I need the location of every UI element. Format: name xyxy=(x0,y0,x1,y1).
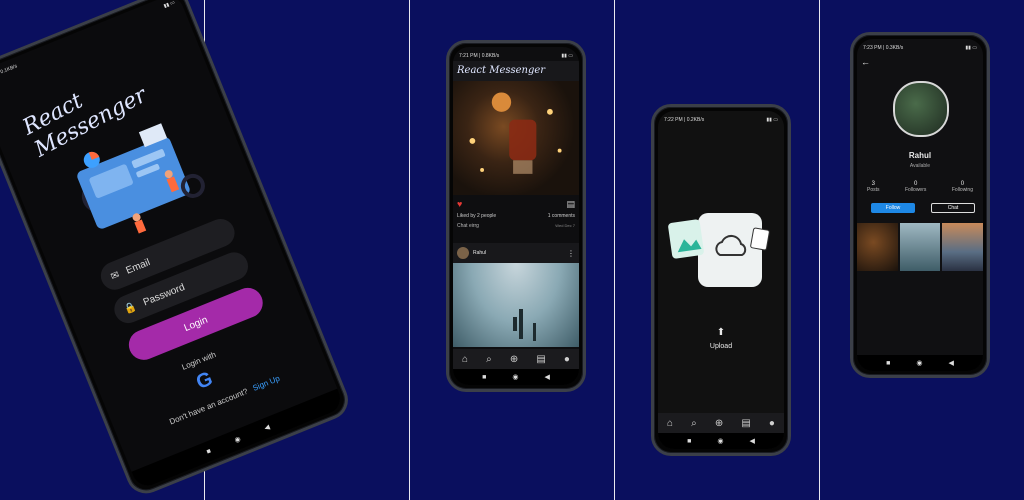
back-icon[interactable]: ◀ xyxy=(544,373,549,381)
profile-screen: 7:23 PM | 0.3KB/s ▮▮ ▭ ← Rahul Available… xyxy=(857,39,983,371)
status-time: 7:22 PM | 0.2KB/s xyxy=(664,117,705,123)
status-bar: 7:22 PM | 0.2KB/s ▮▮ ▭ xyxy=(664,115,778,125)
post-caption: Chat eirrg xyxy=(457,223,479,229)
recent-apps-icon[interactable]: ■ xyxy=(687,438,691,445)
post-caption-row: Chat eirrg Wed Dec 7 xyxy=(457,223,575,229)
divider-3 xyxy=(614,0,615,500)
profile-name: Rahul xyxy=(908,151,932,160)
heart-icon[interactable]: ♥ xyxy=(457,199,462,209)
recent-apps-icon[interactable]: ■ xyxy=(205,447,212,455)
back-icon[interactable]: ◀ xyxy=(263,423,271,433)
post2-author[interactable]: Rahul xyxy=(473,250,567,256)
stat-label: Following xyxy=(951,187,973,193)
divider-2 xyxy=(409,0,410,500)
status-icons: ▮▮ ▭ xyxy=(162,0,176,10)
upload-illustration xyxy=(668,213,770,287)
comments-link[interactable]: 1 comments xyxy=(548,213,575,219)
home-icon[interactable]: ⌂ xyxy=(462,354,468,365)
stat-followers[interactable]: 0 Followers xyxy=(905,181,926,193)
grid-photo[interactable] xyxy=(857,223,898,271)
back-icon[interactable]: ◀ xyxy=(749,437,754,445)
upload-label[interactable]: Upload xyxy=(658,343,784,350)
profile-icon[interactable]: ● xyxy=(564,354,570,365)
search-icon[interactable]: ⌕ xyxy=(486,354,492,365)
email-placeholder: Email xyxy=(124,256,152,277)
home-nav-icon[interactable]: ◉ xyxy=(717,437,723,445)
password-placeholder: Password xyxy=(141,281,187,309)
comment-icon[interactable]: ▤ xyxy=(566,199,575,209)
home-nav-icon[interactable]: ◉ xyxy=(916,359,922,367)
back-arrow-icon[interactable]: ← xyxy=(861,57,870,67)
profile-stats: 3 Posts 0 Followers 0 Following xyxy=(867,181,973,193)
google-icon[interactable]: G xyxy=(193,368,216,395)
bottom-tabbar: ⌂ ⌕ ⊕ ▤ ● xyxy=(453,349,579,369)
follow-button[interactable]: Follow xyxy=(871,203,915,213)
grid-photo[interactable] xyxy=(899,223,941,271)
cactus-photo xyxy=(513,309,536,341)
status-bar: 7:23 PM | 0.3KB/s ▮▮ ▭ xyxy=(863,43,977,53)
chat-icon[interactable]: ▤ xyxy=(741,418,750,429)
photo-grid xyxy=(857,223,983,271)
availability-status: Available xyxy=(909,163,931,169)
profile-avatar[interactable] xyxy=(893,81,949,137)
post-actions: ♥ ▤ xyxy=(457,199,575,209)
status-time: 7:21 PM | 0.8KB/s xyxy=(459,53,500,59)
home-nav-icon[interactable]: ◉ xyxy=(233,435,242,445)
recent-apps-icon[interactable]: ■ xyxy=(482,374,486,381)
post2-image[interactable] xyxy=(453,263,579,347)
post-meta-row: Liked by 2 people 1 comments xyxy=(457,213,575,219)
post-date: Wed Dec 7 xyxy=(555,223,575,228)
post-image[interactable] xyxy=(453,81,579,195)
home-icon[interactable]: ⌂ xyxy=(667,418,673,429)
chat-icon[interactable]: ▤ xyxy=(536,354,545,365)
system-nav: ■ ◉ ◀ xyxy=(131,388,345,491)
system-nav: ■ ◉ ◀ xyxy=(658,433,784,449)
add-post-icon[interactable]: ⊕ xyxy=(510,354,518,365)
chat-button[interactable]: Chat xyxy=(931,203,975,213)
phone-feed: 7:21 PM | 0.8KB/s ▮▮ ▭ React Messenger ♥… xyxy=(446,40,586,392)
bottom-tabbar: ⌂ ⌕ ⊕ ▤ ● xyxy=(658,413,784,433)
feed-header: React Messenger xyxy=(453,61,579,81)
divider-4 xyxy=(819,0,820,500)
status-time: 7:23 PM | 0.3KB/s xyxy=(863,45,904,51)
no-account-text: Don't have an account? xyxy=(168,386,250,427)
status-icons: ▮▮ ▭ xyxy=(561,53,573,59)
phone-profile: 7:23 PM | 0.3KB/s ▮▮ ▭ ← Rahul Available… xyxy=(850,32,990,378)
upload-screen: 7:22 PM | 0.2KB/s ▮▮ ▭ ⬆ Upload ⌂ ⌕ ⊕ ▤ … xyxy=(658,111,784,449)
add-post-icon[interactable]: ⊕ xyxy=(715,418,723,429)
stat-label: Followers xyxy=(904,187,927,193)
app-title: React Messenger xyxy=(457,65,546,76)
system-nav: ■ ◉ ◀ xyxy=(453,369,579,385)
stat-following[interactable]: 0 Following xyxy=(952,181,973,193)
login-with-label: Login with xyxy=(180,349,218,372)
signup-link[interactable]: Sign Up xyxy=(251,374,281,393)
drink-photo xyxy=(469,92,562,174)
search-icon[interactable]: ⌕ xyxy=(691,418,697,429)
likes-text: Liked by 2 people xyxy=(457,213,497,219)
avatar[interactable] xyxy=(457,247,469,259)
upload-icon[interactable]: ⬆ xyxy=(658,327,784,338)
stat-posts[interactable]: 3 Posts xyxy=(867,181,880,193)
status-time: 7:11 PM | 0.1KB/s xyxy=(0,63,19,83)
login-screen: 7:11 PM | 0.1KB/s ▮▮ ▭ React Messenger ✉… xyxy=(0,0,345,491)
more-options-icon[interactable]: ⋮ xyxy=(567,249,575,258)
recent-apps-icon[interactable]: ■ xyxy=(886,360,890,367)
grid-photo[interactable] xyxy=(942,223,983,271)
lock-icon: 🔒 xyxy=(122,300,139,316)
status-icons: ▮▮ ▭ xyxy=(766,117,778,123)
profile-icon[interactable]: ● xyxy=(769,418,775,429)
phone-upload: 7:22 PM | 0.2KB/s ▮▮ ▭ ⬆ Upload ⌂ ⌕ ⊕ ▤ … xyxy=(651,104,791,456)
stat-label: Posts xyxy=(867,187,880,193)
system-nav: ■ ◉ ◀ xyxy=(857,355,983,371)
status-bar: 7:21 PM | 0.8KB/s ▮▮ ▭ xyxy=(459,51,573,61)
status-icons: ▮▮ ▭ xyxy=(965,45,977,51)
home-nav-icon[interactable]: ◉ xyxy=(512,373,518,381)
phone-login: 7:11 PM | 0.1KB/s ▮▮ ▭ React Messenger ✉… xyxy=(0,0,354,500)
feed-screen: 7:21 PM | 0.8KB/s ▮▮ ▭ React Messenger ♥… xyxy=(453,47,579,385)
mail-icon: ✉ xyxy=(109,268,121,283)
back-icon[interactable]: ◀ xyxy=(948,359,953,367)
post2-header: Rahul ⋮ xyxy=(453,243,579,263)
